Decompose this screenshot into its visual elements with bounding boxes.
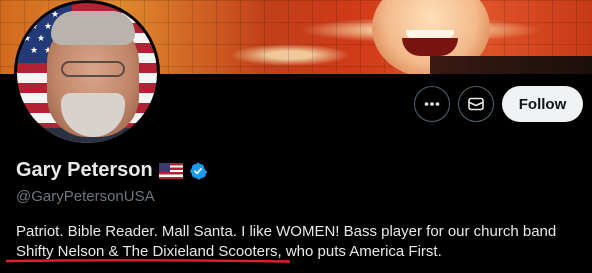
name-row: Gary Peterson bbox=[16, 159, 207, 182]
more-horizontal-icon bbox=[424, 102, 440, 106]
verified-badge-icon[interactable] bbox=[189, 161, 207, 180]
display-name: Gary Peterson bbox=[16, 159, 153, 181]
banner-teeth bbox=[406, 30, 454, 38]
avatar-hair bbox=[51, 11, 135, 45]
more-options-button[interactable] bbox=[414, 86, 450, 122]
bio-line-1: Patriot. Bible Reader. Mall Santa. I lik… bbox=[16, 223, 557, 240]
avatar-photo: ★ ★ ★ ★ ★ ★ ★ ★ ★ ★ bbox=[17, 3, 157, 143]
banner-suit bbox=[430, 56, 592, 74]
message-button[interactable] bbox=[458, 86, 494, 122]
follow-button[interactable]: Follow bbox=[502, 86, 583, 122]
avatar-glasses bbox=[61, 61, 125, 77]
profile-handle: @GaryPetersonUSA bbox=[16, 188, 155, 205]
profile-bio: Patriot. Bible Reader. Mall Santa. I lik… bbox=[16, 222, 582, 262]
red-underline-annotation bbox=[6, 259, 290, 263]
avatar[interactable]: ★ ★ ★ ★ ★ ★ ★ ★ ★ ★ bbox=[14, 0, 160, 146]
us-flag-icon bbox=[158, 162, 183, 179]
envelope-icon bbox=[468, 97, 484, 111]
